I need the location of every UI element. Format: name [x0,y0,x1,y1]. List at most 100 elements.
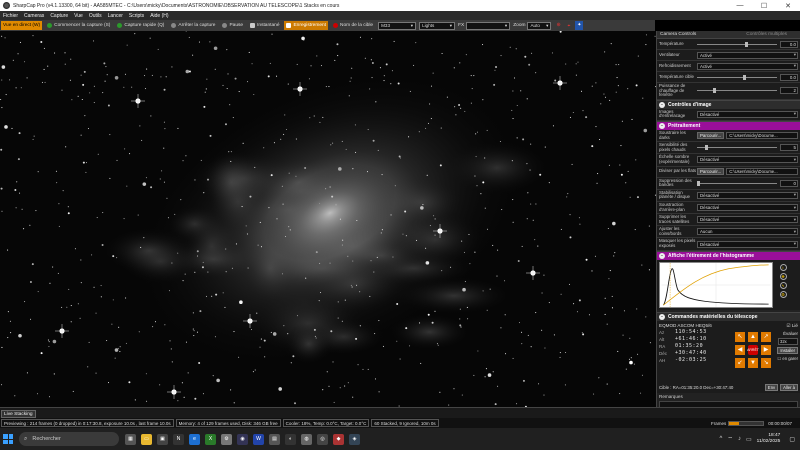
live-view-button[interactable]: Vue en direct (W) [1,21,43,30]
slew-ne-button[interactable]: ↗ [761,331,771,342]
heater-slider[interactable]: 2 [697,87,798,95]
stop-capture-button[interactable]: Arrêter la capture [169,21,217,30]
histogram-info-icon[interactable]: i [779,263,787,271]
star [200,159,202,161]
goto-button[interactable]: Aller à [780,383,798,391]
stabilize-select[interactable]: Désactivé ▾ [697,191,798,199]
zoom-select[interactable]: Auto ▾ [527,21,552,30]
app-icon-1[interactable]: ◐ [285,433,296,445]
fx-select[interactable]: ▾ [466,21,511,30]
target-name-select[interactable]: M33 ▾ [378,21,417,30]
notion-icon[interactable]: N [173,433,184,445]
histogram-plot[interactable] [659,261,773,308]
volume-icon[interactable]: ♪ [738,436,741,442]
app-icon-2[interactable]: ◍ [301,433,312,445]
pause-button[interactable]: Pause [220,21,245,30]
fan-select[interactable]: Activé ▾ [697,51,798,59]
close-button[interactable]: ✕ [776,0,800,11]
tab-live-stacking[interactable]: Live Stacking [1,410,36,418]
excel-icon[interactable]: X [205,433,216,445]
maximize-button[interactable]: ☐ [752,0,776,11]
menu-run[interactable]: Lancer [108,13,123,19]
reticle-button[interactable]: ⌖ [566,21,573,30]
frame-type-select[interactable]: Lights ▾ [419,21,456,30]
cooling-select[interactable]: Activé ▾ [697,62,798,70]
minimize-button[interactable]: — [728,0,752,11]
app-icon-3[interactable]: ◎ [317,433,328,445]
histogram-settings-icon[interactable]: ⚙ [779,290,787,298]
slew-stop-button[interactable]: ARRÊT [747,344,759,355]
slew-se-button[interactable]: ↘ [761,357,771,368]
menu-view[interactable]: Vue [74,13,83,19]
sharpcap-taskbar-icon[interactable]: ◉ [237,433,248,445]
menu-file[interactable]: Fichier [3,13,18,19]
park-checkbox[interactable]: ☐ en garer [777,356,798,361]
store-icon[interactable]: ▣ [157,433,168,445]
star [319,262,321,264]
target-temp-slider[interactable]: 0.0 [697,73,798,81]
slew-north-button[interactable]: ▲ [748,331,758,342]
hot-pixel-slider[interactable]: 5 [697,144,798,152]
word-icon[interactable]: W [253,433,264,445]
app-icon-4[interactable]: ◆ [333,433,344,445]
histogram-header[interactable]: − Affiche l'étirement de l'histogramme [657,250,800,260]
menu-tools[interactable]: Outils [89,13,102,19]
go-button[interactable]: Env [764,383,779,391]
star [597,173,599,175]
satellite-select[interactable]: Désactivé ▾ [697,216,798,224]
overlap-select[interactable]: Désactivé ▾ [697,110,798,118]
wifi-icon[interactable]: ⌔ [727,435,733,443]
flat-browse-button[interactable]: Parcourir... [697,168,725,176]
install-button[interactable]: Installer [777,346,798,354]
link-label: Lié [791,322,798,328]
menu-help[interactable]: Aide (H) [150,13,168,19]
record-button[interactable]: Enregistrement [284,21,329,30]
dark-path-select[interactable]: C:\Users\micky\Docume... [726,132,798,140]
taskbar-search[interactable]: ⌕ Rechercher [19,432,119,446]
windows-start-icon[interactable] [3,434,13,444]
image-controls-header[interactable]: − Contrôles d'image [657,99,800,109]
notifications-icon[interactable]: ▢ [789,436,795,443]
banding-slider[interactable]: 0 [697,179,798,187]
star [331,195,334,198]
flat-path-select[interactable]: C:\Users\micky\Docume... [726,168,798,176]
menu-capture[interactable]: Capture [50,13,68,19]
slew-nw-button[interactable]: ↖ [735,331,745,342]
histogram-move-icon[interactable]: ✥ [779,272,787,280]
crosshair-button[interactable]: ⊕ [554,21,562,30]
histogram-lightning-icon[interactable]: ϟ [779,281,787,289]
telescope-header[interactable]: − Commandes matérielles du télescope [657,311,800,321]
slew-sw-button[interactable]: ↙ [735,357,745,368]
quick-capture-button[interactable]: Capture rapide (Q) [115,21,166,30]
background-select[interactable]: Désactivé ▾ [697,204,798,211]
dark-browse-button[interactable]: Parcourir... [697,132,725,140]
app-icon-5[interactable]: ◈ [349,433,360,445]
preprocessing-header[interactable]: − Prétraitement [657,120,800,130]
star [441,270,443,272]
mask-select[interactable]: Désactivé ▾ [697,240,798,248]
menu-scripts[interactable]: Scripts [129,13,144,19]
temperature-slider[interactable]: 0.0 [697,40,798,48]
clock[interactable]: 18:47 11/02/2025 [757,433,781,445]
task-view-icon[interactable]: ▦ [125,433,136,445]
link-checkbox[interactable]: ☑ Lié [786,323,798,329]
edge-icon[interactable]: e [189,433,200,445]
snapshot-button[interactable]: Instantané [248,21,281,30]
slew-west-button[interactable]: ◀ [735,344,745,355]
slew-south-button[interactable]: ▼ [748,357,758,368]
dark-scale-select[interactable]: Désactivé ▾ [697,156,798,164]
slew-rate-select[interactable]: 32x [778,337,798,345]
file-explorer-icon[interactable]: ▭ [141,433,152,445]
menu-cameras[interactable]: Cameras [24,13,44,19]
settings-icon[interactable]: ⚙ [221,433,232,445]
chevron-up-icon[interactable]: ^ [720,436,723,442]
focus-assist-button[interactable]: ✦ [575,21,584,30]
photos-icon[interactable]: ▤ [269,433,280,445]
star [512,221,514,223]
edge-select[interactable]: Aucun ▾ [697,228,798,236]
multi-controls-checkbox[interactable]: Contrôles multiples [746,32,787,37]
battery-icon[interactable]: ▭ [746,436,752,443]
start-capture-button[interactable]: Commencer la capture (S) [45,21,112,30]
slew-east-button[interactable]: ▶ [761,344,771,355]
live-image-viewport[interactable] [0,31,656,407]
